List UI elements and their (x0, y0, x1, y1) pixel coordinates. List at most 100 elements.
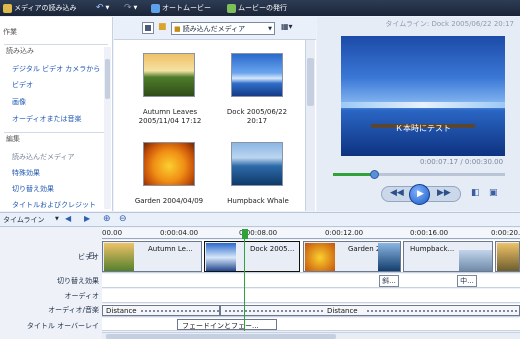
media-thumbnail[interactable] (231, 142, 283, 186)
playhead-handle[interactable] (242, 229, 248, 239)
collection-scroll-thumb[interactable] (307, 58, 314, 106)
redo-dropdown-icon: ▼ (133, 5, 138, 11)
ruler-tick: 00.00 (102, 229, 123, 237)
timeline-scroll-thumb[interactable] (106, 334, 336, 339)
ruler-tick: 0:00:04.00 (160, 229, 199, 237)
video-track: Autumn Le... Dock 2005... Garden 20... H… (102, 240, 520, 273)
import-pictures-link[interactable]: 画像 (12, 97, 26, 107)
play-timeline-icon[interactable]: ▶ (84, 214, 90, 223)
media-thumbnail[interactable] (143, 142, 195, 186)
music-clip[interactable]: Distance (220, 305, 520, 316)
collection-dropdown[interactable]: ■ 読み込んだメディア ▼ (171, 22, 275, 35)
timeline-ruler[interactable]: 00.00 0:00:04.00 0:00:08.00 0:00:12.00 0… (102, 228, 520, 239)
publish-movie-label: ムービーの発行 (238, 4, 287, 12)
play-button[interactable]: ▶ (409, 184, 430, 205)
timeline-toolbar: タイムライン ▼ ◀ ▶ ⊕ ⊖ (0, 212, 520, 227)
timeline-scrollbar[interactable] (102, 332, 520, 339)
undo-dropdown-icon: ▼ (105, 5, 110, 11)
imported-media-link[interactable]: 読み込んだメディア (12, 152, 75, 162)
clip-label: フェードインとフェー... (182, 322, 259, 330)
edit-header: 編集 (6, 135, 20, 143)
video-clip[interactable] (495, 241, 520, 272)
effects-link[interactable]: 特殊効果 (12, 168, 40, 178)
caption-line: Autumn Leaves (142, 108, 198, 116)
media-caption: Garden 2004/04/09 (128, 197, 210, 206)
previous-icon[interactable]: ◀◀ (390, 188, 404, 198)
transitions-link[interactable]: 切り替え効果 (12, 184, 54, 194)
clip-thumbnail (459, 250, 492, 271)
video-clip[interactable]: Garden 20... (303, 241, 401, 272)
video-clip-selected[interactable]: Dock 2005... (204, 241, 300, 272)
preview-screen: Ｋ本時にテスト (341, 36, 505, 156)
next-icon[interactable]: ▶▶ (437, 188, 451, 198)
preview-title: タイムライン: Dock 2005/06/22 20:17 (317, 17, 520, 30)
split-clip-icon[interactable]: ◧ (471, 188, 480, 198)
clip-thumbnail (206, 243, 236, 271)
seek-fill (333, 173, 375, 176)
zoom-in-icon[interactable]: ⊕ (103, 214, 111, 224)
clip-label: Distance (327, 307, 358, 315)
undo-icon: ↶ (96, 3, 104, 13)
caption-line: Garden 2004/04/09 (134, 197, 204, 205)
time-readout: 0:00:07.17 / 0:00:30.00 (420, 158, 504, 166)
thumbnail-view-icon[interactable]: ▦▾ (281, 22, 293, 31)
video-clip[interactable]: Humpback... (403, 241, 493, 272)
import-media-label: メディアの読み込み (14, 4, 77, 12)
zoom-out-icon[interactable]: ⊖ (119, 214, 127, 224)
music-clip[interactable]: Distance (102, 305, 220, 316)
media-caption: Autumn Leaves 2005/11/04 17:12 (132, 108, 208, 126)
media-thumbnail[interactable] (231, 53, 283, 97)
main-toolbar: メディアの読み込み ↶ ▼ ↷ ▼ オートムービー ムービーの発行 (0, 0, 520, 16)
titles-credits-link[interactable]: タイトルおよびクレジット (12, 200, 96, 210)
play-icon: ▶ (417, 189, 424, 199)
caption-line: 20:17 (246, 117, 268, 125)
ruler-tick: 0:00:16.00 (410, 229, 449, 237)
view-icon (145, 25, 151, 31)
horizon-light (341, 102, 505, 108)
chevron-down-icon[interactable]: ▼ (55, 216, 59, 222)
collection-dropdown-value: 読み込んだメディア (182, 24, 246, 33)
seek-bar[interactable] (333, 170, 505, 179)
transition-clip[interactable]: 中... (457, 275, 477, 287)
import-from-camera-link[interactable]: デジタル ビデオ カメラから (12, 64, 100, 74)
import-video-link[interactable]: ビデオ (12, 80, 33, 90)
import-media-button[interactable]: メディアの読み込み (3, 2, 77, 14)
caption-line: Humpback Whale (227, 197, 289, 205)
transition-clip[interactable]: 斜... (379, 275, 399, 287)
media-thumbnail[interactable] (143, 53, 195, 97)
undo-button[interactable]: ↶ ▼ (96, 2, 109, 14)
automovie-button[interactable]: オートムービー (151, 2, 211, 14)
video-clip[interactable]: Autumn Le... (102, 241, 202, 272)
title-overlay-track: フェードインとフェー... (102, 318, 520, 331)
expand-track-button[interactable]: 日 (88, 251, 95, 261)
taskpane-scroll-thumb[interactable] (105, 59, 110, 99)
ruler-tick: 0:00:12.00 (325, 229, 364, 237)
view-toggle-button[interactable] (142, 22, 154, 34)
media-caption: Dock 2005/06/22 20:17 (214, 108, 300, 126)
timeline-view-label[interactable]: タイムライン (3, 215, 45, 225)
transition-track: 斜... 中... (102, 274, 520, 288)
rewind-icon[interactable]: ◀ (65, 214, 71, 223)
waveform (367, 310, 517, 312)
redo-button[interactable]: ↷ ▼ (124, 2, 137, 14)
snapshot-icon[interactable]: ▣ (489, 188, 498, 198)
clip-thumbnail (378, 243, 400, 271)
video-track-label: ビデオ (0, 252, 99, 262)
preview-title-text: タイムライン: Dock 2005/06/22 20:17 (385, 20, 514, 28)
clip-label: Distance (106, 307, 137, 315)
import-audio-link[interactable]: オーディオまたは音楽 (12, 114, 82, 124)
waveform (141, 310, 219, 312)
clip-thumbnail (305, 243, 335, 271)
redo-icon: ↷ (124, 3, 132, 13)
title-overlay-track-label: タイトル オーバーレイ (26, 322, 99, 330)
publish-movie-button[interactable]: ムービーの発行 (227, 2, 287, 14)
chevron-down-icon: ▼ (268, 25, 272, 32)
collection-scrollbar[interactable] (305, 40, 315, 211)
transition-track-label: 切り替え効果 (57, 277, 99, 285)
automovie-icon (151, 3, 160, 13)
taskpane-scrollbar[interactable] (104, 47, 111, 209)
clip-label: Dock 2005... (250, 245, 295, 253)
clip-thumbnail (104, 243, 134, 271)
music-track: Distance Distance (102, 304, 520, 317)
title-clip[interactable]: フェードインとフェー... (177, 319, 277, 330)
